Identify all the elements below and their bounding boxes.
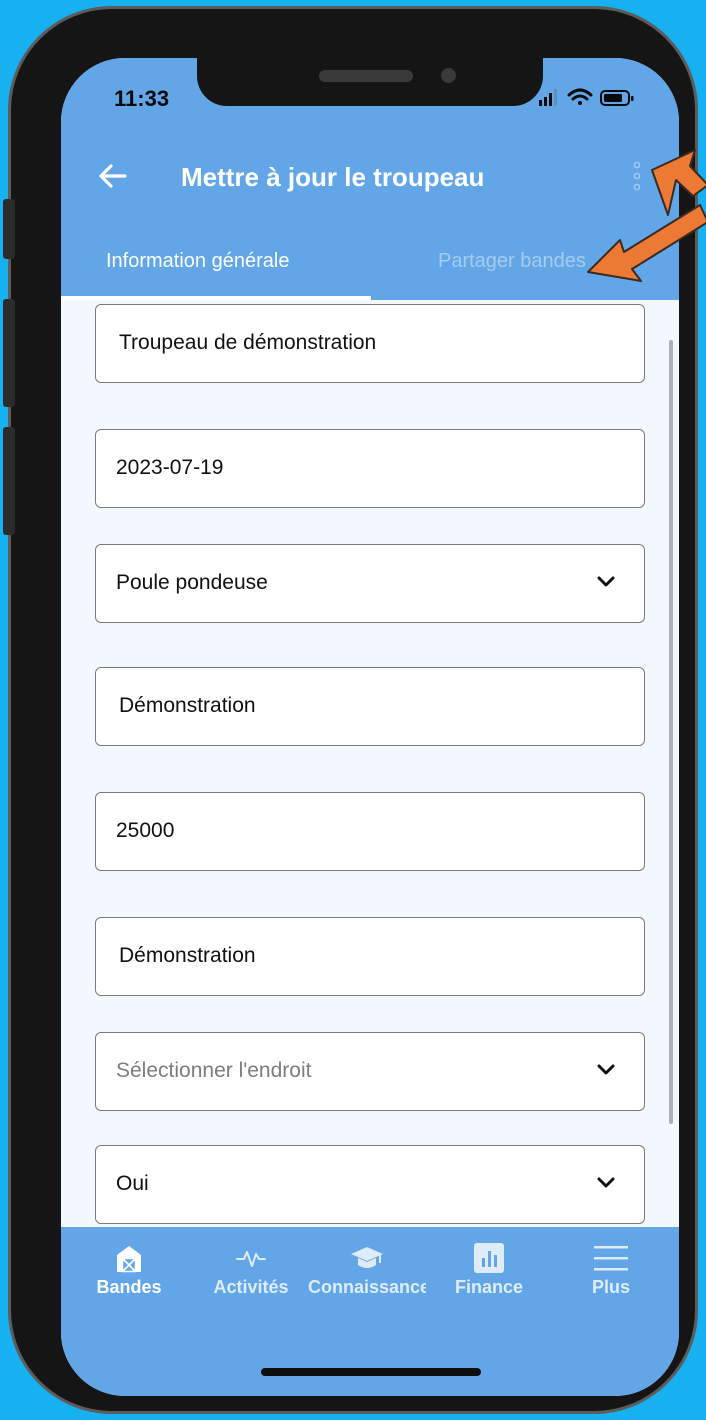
annotation-arrows — [587, 149, 706, 282]
annotation-arrow-icon — [587, 204, 706, 282]
